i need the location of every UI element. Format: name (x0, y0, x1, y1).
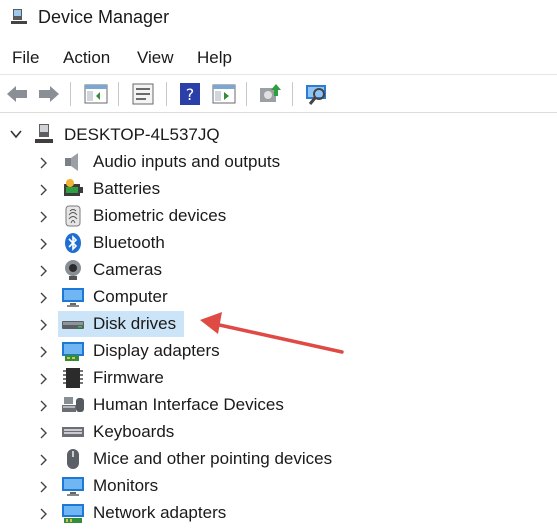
chevron-right-icon[interactable] (38, 211, 48, 223)
tree-node-biometric-devices[interactable]: Biometric devices (0, 203, 557, 230)
chevron-right-icon[interactable] (38, 373, 48, 385)
disk-drive-icon (62, 321, 84, 329)
tree-node-display-adapters[interactable]: Display adapters (0, 338, 557, 365)
node-label: Display adapters (93, 341, 220, 360)
device-manager-icon (11, 9, 27, 24)
tree-node-firmware[interactable]: Firmware (0, 365, 557, 392)
tree-node-computer[interactable]: Computer (0, 284, 557, 311)
chevron-right-icon[interactable] (38, 454, 48, 466)
toolbar-separator (292, 82, 293, 106)
chevron-right-icon[interactable] (38, 346, 48, 358)
tree-node-monitors[interactable]: Monitors (0, 473, 557, 500)
battery-icon (64, 179, 83, 196)
chevron-right-icon[interactable] (38, 157, 48, 169)
toolbar-separator (70, 82, 71, 106)
mouse-icon (67, 449, 79, 469)
update-driver-icon[interactable] (256, 80, 284, 108)
tree-node-bluetooth[interactable]: Bluetooth (0, 230, 557, 257)
node-label: Batteries (93, 179, 161, 198)
properties-icon[interactable] (129, 80, 157, 108)
node-label: Computer (93, 287, 168, 306)
chevron-down-icon[interactable] (10, 128, 22, 140)
bluetooth-icon (65, 233, 81, 253)
menu-view[interactable]: View (137, 48, 174, 68)
node-label: Bluetooth (93, 233, 165, 252)
toolbar: ? (0, 76, 557, 113)
node-label: Disk drives (93, 314, 177, 333)
chip-icon (63, 368, 83, 388)
tree-node-audio-inputs-and-outputs[interactable]: Audio inputs and outputs (0, 149, 557, 176)
display-adapter-icon (62, 342, 84, 361)
scan-hardware-icon[interactable] (303, 80, 331, 108)
monitor-icon (62, 477, 84, 496)
menu-help[interactable]: Help (197, 48, 232, 68)
speaker-icon (65, 153, 78, 171)
node-label: Audio inputs and outputs (93, 152, 281, 171)
menu-file[interactable]: File (12, 48, 39, 68)
node-label: Cameras (93, 260, 162, 279)
node-label: Firmware (93, 368, 164, 387)
node-label: Keyboards (93, 422, 175, 441)
chevron-right-icon[interactable] (38, 238, 48, 250)
chevron-right-icon[interactable] (38, 184, 48, 196)
chevron-right-icon[interactable] (38, 481, 48, 493)
toolbar-separator (118, 82, 119, 106)
tree-node-keyboards[interactable]: Keyboards (0, 419, 557, 446)
camera-icon (65, 260, 81, 280)
tree-node-human-interface-devices[interactable]: Human Interface Devices (0, 392, 557, 419)
chevron-right-icon[interactable] (38, 427, 48, 439)
fingerprint-icon (65, 205, 81, 227)
tree-root-label: DESKTOP-4L537JQ (64, 125, 220, 144)
tree-node-mice-and-other-pointing-devices[interactable]: Mice and other pointing devices (0, 446, 557, 473)
run-icon[interactable] (210, 80, 238, 108)
node-label: Biometric devices (93, 206, 227, 225)
computer-icon (35, 124, 53, 143)
toolbar-separator (166, 82, 167, 106)
keyboard-icon (62, 427, 84, 437)
chevron-right-icon[interactable] (38, 400, 48, 412)
node-label: Network adapters (93, 503, 227, 522)
back-icon[interactable] (3, 80, 31, 108)
tree-node-disk-drives[interactable]: Disk drives (0, 311, 557, 338)
chevron-right-icon[interactable] (38, 265, 48, 277)
monitor-icon (62, 288, 84, 307)
show-hide-console-tree-icon[interactable] (82, 80, 110, 108)
title-bar: Device Manager (0, 0, 557, 38)
node-label: Mice and other pointing devices (93, 449, 333, 468)
menu-bar: File Action View Help (0, 40, 557, 75)
tree-root-row[interactable]: DESKTOP-4L537JQ (0, 122, 557, 148)
svg-text:?: ? (186, 85, 195, 104)
hid-icon (62, 397, 84, 412)
chevron-right-icon[interactable] (38, 319, 48, 331)
tree-node-batteries[interactable]: Batteries (0, 176, 557, 203)
forward-icon[interactable] (35, 80, 63, 108)
chevron-right-icon[interactable] (38, 292, 48, 304)
chevron-right-icon[interactable] (38, 508, 48, 520)
help-icon[interactable]: ? (176, 80, 204, 108)
menu-action[interactable]: Action (63, 48, 110, 68)
network-adapter-icon (62, 504, 84, 523)
tree-node-cameras[interactable]: Cameras (0, 257, 557, 284)
node-label: Human Interface Devices (93, 395, 284, 414)
toolbar-separator (246, 82, 247, 106)
window-title: Device Manager (38, 7, 170, 27)
tree-node-network-adapters[interactable]: Network adapters (0, 500, 557, 527)
node-label: Monitors (93, 476, 159, 495)
